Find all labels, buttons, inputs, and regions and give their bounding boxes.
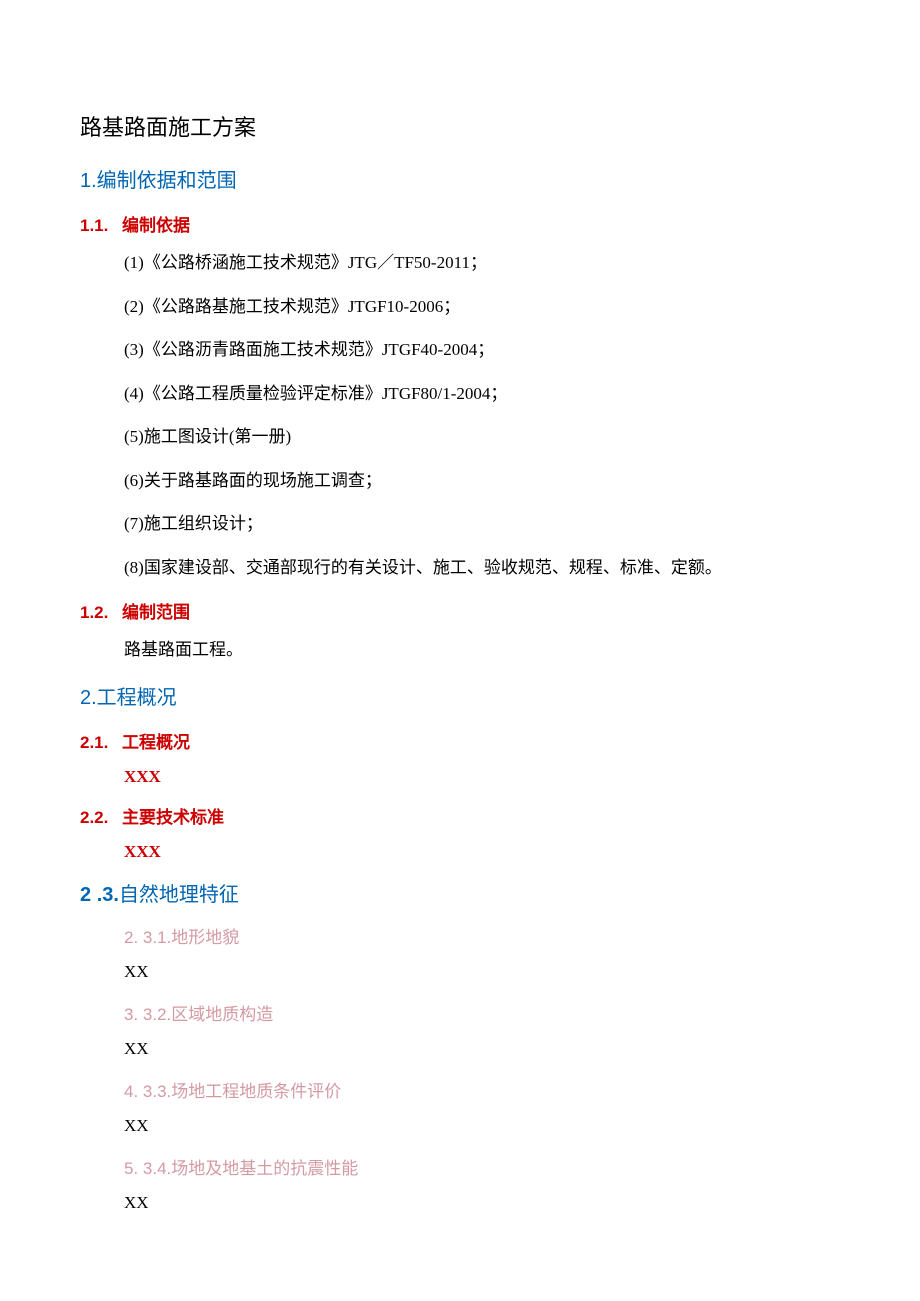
s11-label: 编制依据 (122, 216, 190, 235)
s234-code: 3.4. (143, 1159, 171, 1178)
s232-body: XX (80, 1039, 840, 1059)
s233-heading: 4. 3.3.场地工程地质条件评价 (80, 1077, 840, 1102)
s232-code: 3.2. (143, 1005, 171, 1024)
s11-item: (3)《公路沥青路面施工技术规范》JTGF40-2004； (80, 337, 840, 363)
s233-label: 场地工程地质条件评价 (171, 1082, 341, 1101)
s231-body: XX (80, 962, 840, 982)
s231-heading: 2. 3.1.地形地貌 (80, 923, 840, 948)
s21-label: 工程概况 (122, 733, 190, 752)
s232-heading: 3. 3.2.区域地质构造 (80, 1000, 840, 1025)
s2-heading: 2.工程概况 (80, 681, 840, 710)
s11-item: (2)《公路路基施工技术规范》JTGF10-2006； (80, 294, 840, 320)
s12-heading: 1.2.编制范围 (80, 598, 840, 623)
s11-heading: 1.1.编制依据 (80, 211, 840, 236)
s21-heading: 2.1.工程概况 (80, 728, 840, 753)
s23-label: 自然地理特征 (119, 884, 239, 906)
s23-num-left: 2 (80, 884, 91, 906)
s233-listnum: 4. (124, 1082, 138, 1102)
s234-heading: 5. 3.4.场地及地基土的抗震性能 (80, 1154, 840, 1179)
s234-label: 场地及地基土的抗震性能 (171, 1159, 358, 1178)
s21-body: XXX (80, 767, 840, 787)
s231-label: 地形地貌 (171, 928, 239, 947)
s234-body: XX (80, 1193, 840, 1213)
s23-heading: 2 .3.自然地理特征 (80, 878, 840, 907)
s232-label: 区域地质构造 (171, 1005, 273, 1024)
s11-item: (4)《公路工程质量检验评定标准》JTGF80/1-2004； (80, 381, 840, 407)
s234-listnum: 5. (124, 1159, 138, 1179)
s23-num-right: .3. (97, 884, 119, 906)
s11-num: 1.1. (80, 216, 122, 236)
s12-body: 路基路面工程。 (80, 637, 840, 663)
s11-item: (8)国家建设部、交通部现行的有关设计、施工、验收规范、规程、标准、定额。 (80, 555, 840, 581)
s233-body: XX (80, 1116, 840, 1136)
s11-item: (6)关于路基路面的现场施工调查； (80, 468, 840, 494)
s22-body: XXX (80, 842, 840, 862)
s11-item: (7)施工组织设计； (80, 511, 840, 537)
s233-code: 3.3. (143, 1082, 171, 1101)
s22-label: 主要技术标准 (122, 808, 224, 827)
s12-num: 1.2. (80, 603, 122, 623)
page-title: 路基路面施工方案 (80, 110, 840, 142)
s22-num: 2.2. (80, 808, 122, 828)
s12-label: 编制范围 (122, 603, 190, 622)
s231-code: 3.1. (143, 928, 171, 947)
s232-listnum: 3. (124, 1005, 138, 1025)
s231-listnum: 2. (124, 928, 138, 948)
s22-heading: 2.2.主要技术标准 (80, 803, 840, 828)
s1-heading: 1.编制依据和范围 (80, 164, 840, 193)
s11-item: (5)施工图设计(第一册) (80, 424, 840, 450)
s11-item: (1)《公路桥涵施工技术规范》JTG／TF50-2011； (80, 250, 840, 276)
s21-num: 2.1. (80, 733, 122, 753)
